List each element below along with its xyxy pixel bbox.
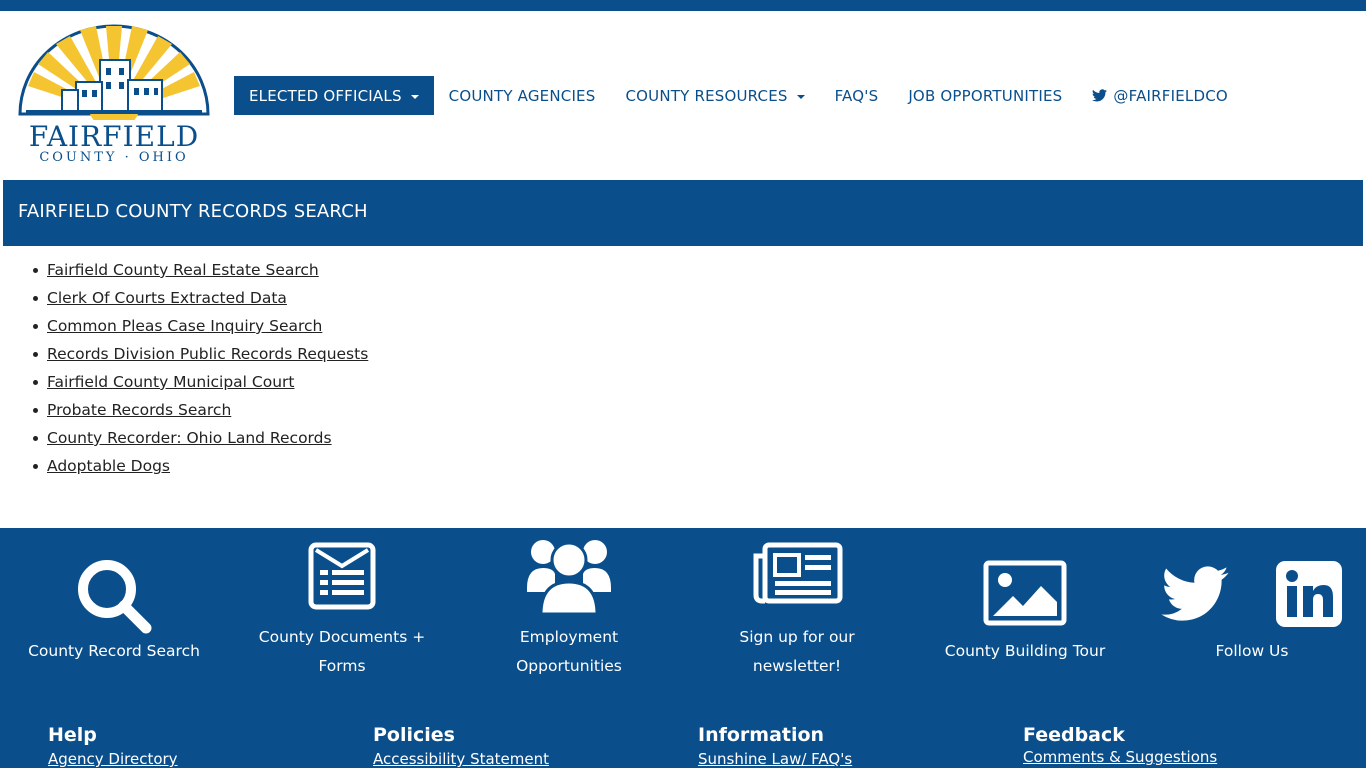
footer-link-sunshine-law[interactable]: Sunshine Law/ FAQ's: [698, 750, 852, 768]
tile-label-line2: newsletter!: [752, 657, 842, 675]
link-clerk-of-courts[interactable]: Clerk Of Courts Extracted Data: [47, 289, 287, 307]
fairfield-county-logo[interactable]: FAIRFIELD COUNTY · OHIO: [16, 24, 212, 170]
footer-column-feedback: Feedback Comments & Suggestions: [1023, 724, 1217, 766]
link-records-division[interactable]: Records Division Public Records Requests: [47, 345, 368, 363]
nav-label: FAQ'S: [834, 86, 879, 105]
list-item: Records Division Public Records Requests: [32, 342, 368, 370]
tile-label: County Building Tour: [944, 642, 1106, 660]
newspaper-icon: [753, 542, 843, 604]
footer-column-help: Help Agency Directory: [48, 724, 178, 768]
nav-county-agencies[interactable]: COUNTY AGENCIES: [434, 76, 611, 115]
link-county-recorder[interactable]: County Recorder: Ohio Land Records: [47, 429, 332, 447]
tile-label-line2: Opportunities: [516, 657, 622, 675]
link-common-pleas[interactable]: Common Pleas Case Inquiry Search: [47, 317, 322, 335]
link-adoptable-dogs[interactable]: Adoptable Dogs: [47, 457, 170, 475]
footer-heading: Feedback: [1023, 724, 1125, 746]
tile-county-building-tour[interactable]: County Building Tour: [911, 528, 1139, 678]
list-item: Clerk Of Courts Extracted Data: [32, 286, 368, 314]
caret-down-icon: [410, 94, 419, 99]
link-real-estate-search[interactable]: Fairfield County Real Estate Search: [47, 261, 319, 279]
linkedin-icon[interactable]: [1276, 561, 1342, 627]
image-icon: [983, 560, 1067, 626]
footer-heading: Information: [698, 724, 825, 746]
tile-county-documents[interactable]: County Documents + Forms: [228, 528, 456, 688]
nav-job-opportunities[interactable]: JOB OPPORTUNITIES: [893, 76, 1077, 115]
nav-county-resources[interactable]: COUNTY RESOURCES: [610, 76, 819, 115]
nav-twitter[interactable]: @FAIRFIELDCO: [1077, 76, 1242, 115]
document-icon: [308, 542, 376, 610]
tile-label-line1: Sign up for our: [739, 628, 855, 646]
site-footer: County Record Search County Documents + …: [0, 528, 1366, 768]
footer-link-accessibility[interactable]: Accessibility Statement: [373, 750, 549, 768]
list-item: County Recorder: Ohio Land Records: [32, 426, 368, 454]
nav-label: ELECTED OFFICIALS: [249, 86, 402, 105]
footer-heading: Help: [48, 724, 97, 746]
list-item: Common Pleas Case Inquiry Search: [32, 314, 368, 342]
footer-column-information: Information Sunshine Law/ FAQ's: [698, 724, 852, 768]
tile-label-line2: Forms: [318, 657, 366, 675]
link-municipal-court[interactable]: Fairfield County Municipal Court: [47, 373, 294, 391]
list-item: Fairfield County Municipal Court: [32, 370, 368, 398]
tile-label-line1: Employment: [519, 628, 619, 646]
list-item: Adoptable Dogs: [32, 454, 368, 482]
records-links-list: Fairfield County Real Estate Search Cler…: [32, 258, 368, 482]
tile-label: County Record Search: [28, 642, 200, 660]
tile-follow-us[interactable]: Follow Us: [1138, 528, 1366, 678]
nav-label: @FAIRFIELDCO: [1113, 86, 1228, 105]
main-navigation: ELECTED OFFICIALS COUNTY AGENCIES COUNTY…: [234, 76, 1243, 115]
page-title-band: FAIRFIELD COUNTY RECORDS SEARCH: [3, 180, 1363, 246]
twitter-icon[interactable]: [1160, 566, 1230, 622]
tile-newsletter-signup[interactable]: Sign up for our newsletter!: [683, 528, 911, 688]
link-probate-records[interactable]: Probate Records Search: [47, 401, 231, 419]
nav-faqs[interactable]: FAQ'S: [820, 76, 894, 115]
logo-subtitle: COUNTY · OHIO: [39, 150, 189, 165]
footer-link-comments[interactable]: Comments & Suggestions: [1023, 748, 1217, 766]
caret-down-icon: [796, 94, 805, 99]
list-item: Probate Records Search: [32, 398, 368, 426]
tile-label: Follow Us: [1215, 642, 1289, 660]
users-icon: [527, 540, 611, 616]
footer-heading: Policies: [373, 724, 455, 746]
nav-label: COUNTY AGENCIES: [448, 86, 596, 105]
nav-label: JOB OPPORTUNITIES: [908, 86, 1063, 105]
logo-name: FAIRFIELD: [28, 120, 200, 153]
sunburst-logo-icon: [18, 24, 210, 120]
top-accent-bar: [0, 0, 1366, 11]
nav-label: COUNTY RESOURCES: [625, 86, 788, 105]
twitter-icon: [1092, 89, 1108, 102]
footer-column-policies: Policies Accessibility Statement: [373, 724, 549, 768]
footer-link-agency-directory[interactable]: Agency Directory: [48, 750, 178, 768]
tile-county-record-search[interactable]: County Record Search: [0, 528, 228, 678]
tile-employment-opportunities[interactable]: Employment Opportunities: [455, 528, 683, 688]
tile-label-line1: County Documents +: [258, 628, 426, 646]
page-title: FAIRFIELD COUNTY RECORDS SEARCH: [18, 201, 368, 222]
list-item: Fairfield County Real Estate Search: [32, 258, 368, 286]
nav-elected-officials[interactable]: ELECTED OFFICIALS: [234, 76, 434, 115]
search-icon: [78, 560, 152, 634]
